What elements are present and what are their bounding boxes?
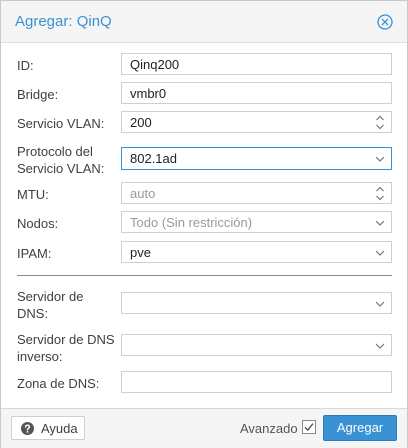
- bridge-label: Bridge:: [17, 87, 59, 102]
- spinner-arrows-icon[interactable]: [375, 186, 385, 201]
- spinner-arrows-icon[interactable]: [375, 115, 385, 130]
- bridge-row: Bridge: vmbr0: [7, 82, 399, 104]
- dialog-title: Agregar: QinQ: [15, 13, 112, 30]
- dialog-body: ID: Qinq200 Bridge: vmbr0 Servicio VLAN:…: [7, 43, 399, 407]
- dialog-titlebar: Agregar: QinQ: [1, 1, 407, 43]
- id-label: ID:: [17, 58, 34, 73]
- section-divider: [17, 275, 392, 276]
- reverse-dns-label-1: Servidor de DNS: [17, 332, 115, 347]
- add-button[interactable]: Agregar: [323, 415, 397, 441]
- dns-server-select[interactable]: [121, 292, 392, 314]
- dns-zone-row: Zona de DNS:: [7, 371, 399, 393]
- dialog-footer: Ayuda Avanzado Agregar: [1, 408, 407, 448]
- ipam-label: IPAM:: [17, 246, 52, 261]
- reverse-dns-select[interactable]: [121, 334, 392, 356]
- chevron-down-icon[interactable]: [375, 154, 385, 164]
- dns-zone-input[interactable]: [121, 371, 392, 393]
- ipam-row: IPAM: pve: [7, 241, 399, 263]
- id-input[interactable]: Qinq200: [121, 53, 392, 75]
- service-vlan-row: Servicio VLAN: 200: [7, 111, 399, 133]
- mtu-row: MTU: auto: [7, 182, 399, 204]
- ipam-value: pve: [130, 245, 151, 260]
- bridge-value: vmbr0: [130, 86, 167, 101]
- id-value: Qinq200: [130, 57, 180, 72]
- dns-zone-label: Zona de DNS:: [17, 376, 100, 391]
- service-vlan-protocol-label-2: Servicio VLAN:: [17, 161, 105, 176]
- service-vlan-protocol-row: Protocolo del Servicio VLAN: 802.1ad: [7, 143, 399, 177]
- add-qinq-dialog: Agregar: QinQ ID: Qinq200 Bridge: vmbr0 …: [0, 0, 408, 448]
- service-vlan-protocol-value: 802.1ad: [130, 151, 177, 166]
- service-vlan-label: Servicio VLAN:: [17, 116, 105, 131]
- reverse-dns-label-2: inverso:: [17, 349, 63, 364]
- id-row: ID: Qinq200: [7, 53, 399, 75]
- advanced-checkbox[interactable]: [302, 420, 316, 434]
- close-icon[interactable]: [377, 14, 393, 30]
- help-button-label: Ayuda: [41, 421, 78, 436]
- chevron-down-icon[interactable]: [375, 299, 385, 309]
- bridge-input[interactable]: vmbr0: [121, 82, 392, 104]
- advanced-label: Avanzado: [240, 421, 298, 436]
- reverse-dns-row: Servidor de DNS inverso:: [7, 331, 399, 365]
- help-button[interactable]: Ayuda: [11, 416, 85, 440]
- service-vlan-protocol-label-1: Protocolo del: [17, 144, 93, 159]
- service-vlan-value: 200: [130, 115, 152, 130]
- service-vlan-spinner[interactable]: 200: [121, 111, 392, 133]
- question-circle-icon: [21, 422, 34, 435]
- chevron-down-icon[interactable]: [375, 218, 385, 228]
- nodes-label: Nodos:: [17, 216, 59, 231]
- nodes-row: Nodos: Todo (Sin restricción): [7, 211, 399, 233]
- dns-server-label-2: DNS:: [17, 306, 49, 321]
- nodes-placeholder: Todo (Sin restricción): [130, 215, 253, 230]
- nodes-select[interactable]: Todo (Sin restricción): [121, 211, 392, 233]
- chevron-down-icon[interactable]: [375, 248, 385, 258]
- ipam-select[interactable]: pve: [121, 241, 392, 263]
- service-vlan-protocol-select[interactable]: 802.1ad: [121, 147, 392, 170]
- chevron-down-icon[interactable]: [375, 341, 385, 351]
- mtu-label: MTU:: [17, 187, 49, 202]
- dns-server-row: Servidor de DNS:: [7, 288, 399, 322]
- dns-server-label-1: Servidor de: [17, 289, 84, 304]
- mtu-spinner[interactable]: auto: [121, 182, 392, 204]
- mtu-placeholder: auto: [130, 186, 156, 201]
- checkmark-icon: [304, 423, 314, 431]
